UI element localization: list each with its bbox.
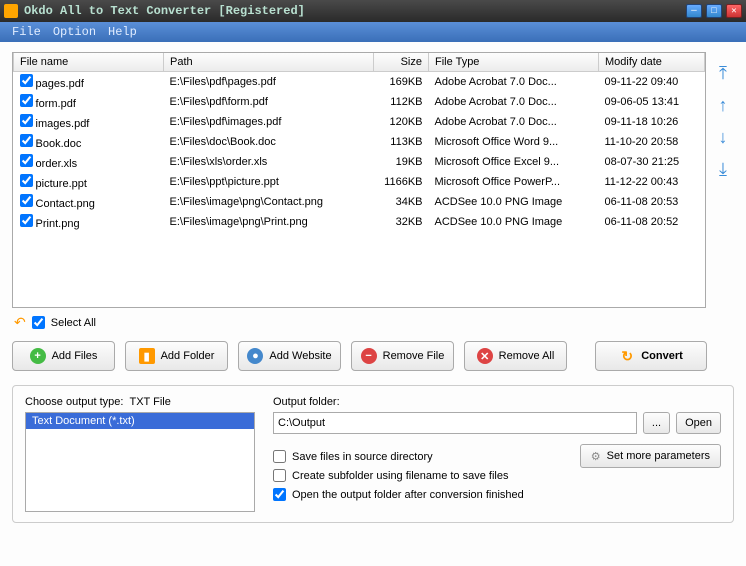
- open-after-checkbox[interactable]: [273, 488, 286, 501]
- output-folder-label: Output folder:: [273, 396, 721, 408]
- menubar: File Option Help: [0, 22, 746, 42]
- convert-button[interactable]: ↻Convert: [595, 341, 707, 371]
- col-filename[interactable]: File name: [14, 53, 164, 72]
- row-checkbox[interactable]: [20, 94, 33, 107]
- browse-button[interactable]: ...: [643, 412, 670, 434]
- table-row[interactable]: form.pdfE:\Files\pdf\form.pdf112KBAdobe …: [14, 92, 705, 112]
- menu-file[interactable]: File: [6, 25, 47, 39]
- plus-icon: +: [30, 348, 46, 364]
- save-source-checkbox[interactable]: [273, 450, 286, 463]
- file-list[interactable]: File name Path Size File Type Modify dat…: [12, 52, 706, 308]
- remove-file-button[interactable]: −Remove File: [351, 341, 454, 371]
- refresh-icon: ↻: [619, 348, 635, 364]
- move-top-icon[interactable]: ⤒: [719, 64, 727, 82]
- col-path[interactable]: Path: [164, 53, 374, 72]
- create-subfolder-checkbox[interactable]: [273, 469, 286, 482]
- table-row[interactable]: Book.docE:\Files\doc\Book.doc113KBMicros…: [14, 132, 705, 152]
- table-row[interactable]: picture.pptE:\Files\ppt\picture.ppt1166K…: [14, 172, 705, 192]
- add-folder-button[interactable]: ▮Add Folder: [125, 341, 228, 371]
- output-type-item[interactable]: Text Document (*.txt): [26, 413, 254, 429]
- titlebar: Okdo All to Text Converter [Registered] …: [0, 0, 746, 22]
- remove-all-button[interactable]: ✕Remove All: [464, 341, 567, 371]
- gear-icon: ⚙: [591, 450, 601, 463]
- row-checkbox[interactable]: [20, 114, 33, 127]
- undo-icon[interactable]: ↶: [14, 314, 26, 331]
- save-source-label: Save files in source directory: [292, 451, 433, 463]
- open-folder-button[interactable]: Open: [676, 412, 721, 434]
- row-checkbox[interactable]: [20, 134, 33, 147]
- minimize-button[interactable]: ─: [686, 4, 702, 18]
- move-down-icon[interactable]: ↓: [719, 128, 728, 146]
- close-button[interactable]: ✕: [726, 4, 742, 18]
- maximize-button[interactable]: □: [706, 4, 722, 18]
- table-row[interactable]: order.xlsE:\Files\xls\order.xls19KBMicro…: [14, 152, 705, 172]
- move-up-icon[interactable]: ↑: [719, 96, 728, 114]
- folder-icon: ▮: [139, 348, 155, 364]
- table-header-row: File name Path Size File Type Modify dat…: [14, 53, 705, 72]
- col-type[interactable]: File Type: [429, 53, 599, 72]
- table-row[interactable]: pages.pdfE:\Files\pdf\pages.pdf169KBAdob…: [14, 72, 705, 93]
- open-after-label: Open the output folder after conversion …: [292, 489, 524, 501]
- output-type-listbox[interactable]: Text Document (*.txt): [25, 412, 255, 512]
- row-checkbox[interactable]: [20, 154, 33, 167]
- set-more-parameters-button[interactable]: ⚙Set more parameters: [580, 444, 721, 468]
- output-type-label: Choose output type:: [25, 396, 123, 408]
- create-subfolder-label: Create subfolder using filename to save …: [292, 470, 508, 482]
- window-title: Okdo All to Text Converter [Registered]: [24, 4, 686, 18]
- table-row[interactable]: images.pdfE:\Files\pdf\images.pdf120KBAd…: [14, 112, 705, 132]
- move-bottom-icon[interactable]: ⤓: [719, 160, 727, 178]
- output-type-current: TXT File: [129, 396, 170, 408]
- col-size[interactable]: Size: [374, 53, 429, 72]
- select-all-checkbox[interactable]: [32, 316, 45, 329]
- add-files-button[interactable]: +Add Files: [12, 341, 115, 371]
- row-checkbox[interactable]: [20, 214, 33, 227]
- col-date[interactable]: Modify date: [599, 53, 705, 72]
- table-row[interactable]: Print.pngE:\Files\image\png\Print.png32K…: [14, 212, 705, 232]
- globe-icon: ●: [247, 348, 263, 364]
- menu-option[interactable]: Option: [47, 25, 102, 39]
- row-checkbox[interactable]: [20, 174, 33, 187]
- output-folder-input[interactable]: [273, 412, 637, 434]
- add-website-button[interactable]: ●Add Website: [238, 341, 341, 371]
- select-all-label: Select All: [51, 317, 96, 329]
- menu-help[interactable]: Help: [102, 25, 143, 39]
- minus-icon: −: [361, 348, 377, 364]
- table-row[interactable]: Contact.pngE:\Files\image\png\Contact.pn…: [14, 192, 705, 212]
- row-checkbox[interactable]: [20, 194, 33, 207]
- row-checkbox[interactable]: [20, 74, 33, 87]
- app-icon: [4, 4, 18, 18]
- x-icon: ✕: [477, 348, 493, 364]
